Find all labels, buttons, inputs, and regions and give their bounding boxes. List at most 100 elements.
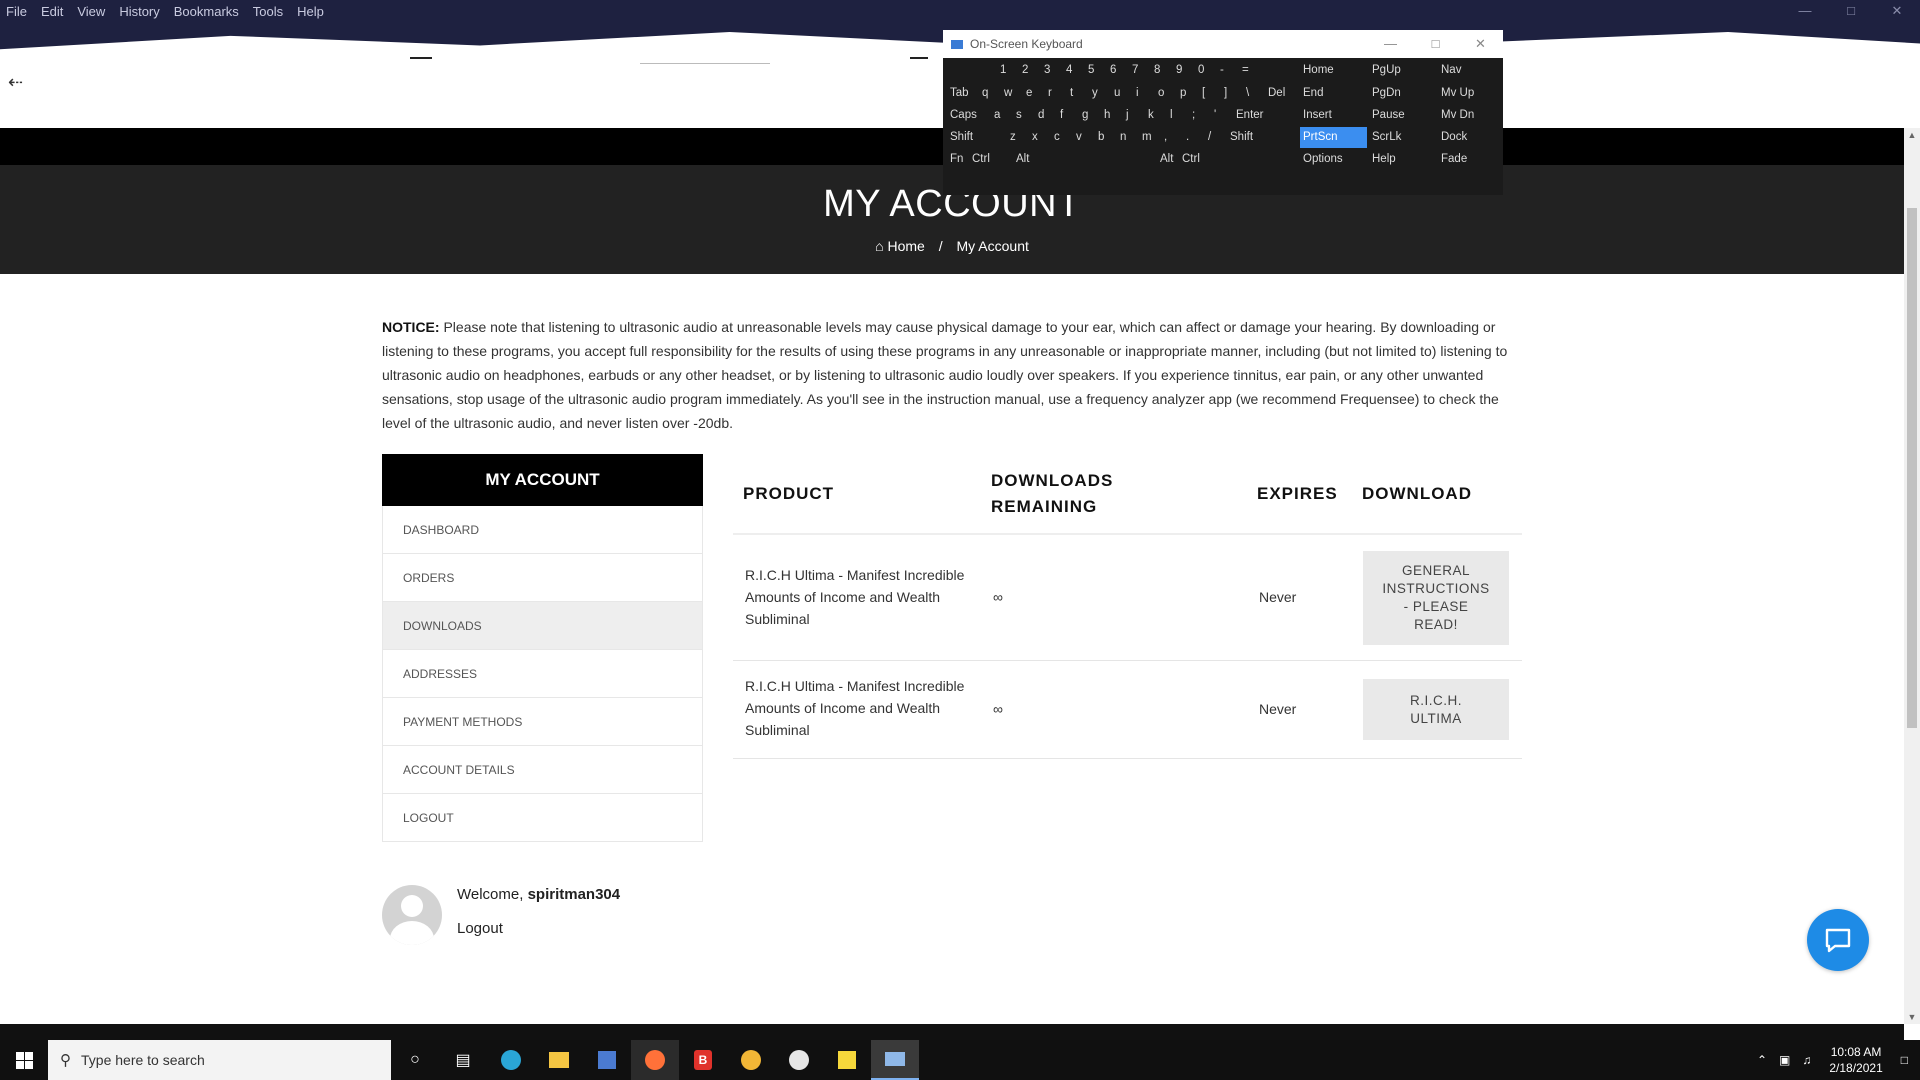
osk-key[interactable]: f: [1057, 105, 1079, 126]
osk-key[interactable]: ': [1211, 105, 1233, 126]
osk-key-fade[interactable]: Fade: [1438, 149, 1505, 170]
page-scrollbar[interactable]: ▲ ▼: [1904, 128, 1920, 1024]
osk-key[interactable]: [: [1199, 83, 1221, 104]
osk-key[interactable]: c: [1051, 127, 1073, 148]
osk-key[interactable]: i: [1133, 83, 1155, 104]
sticky-notes-icon[interactable]: [823, 1040, 871, 1080]
scroll-up-arrow-icon[interactable]: ▲: [1904, 130, 1920, 140]
menu-view[interactable]: View: [70, 4, 112, 19]
osk-key[interactable]: s: [1013, 105, 1035, 126]
menu-history[interactable]: History: [112, 4, 166, 19]
download-rich-ultima-button[interactable]: R.I.C.H. ULTIMA: [1363, 679, 1509, 740]
download-general-instructions-button[interactable]: GENERAL INSTRUCTIONS - PLEASE READ!: [1363, 551, 1509, 645]
nav-item-downloads[interactable]: DOWNLOADS: [382, 602, 703, 650]
osk-key-7[interactable]: 7: [1129, 60, 1149, 81]
osk-key-pgup[interactable]: PgUp: [1369, 60, 1436, 81]
start-button[interactable]: [0, 1040, 48, 1080]
osk-key[interactable]: /: [1205, 127, 1227, 148]
osk-key[interactable]: z: [1007, 127, 1029, 148]
osk-key[interactable]: w: [1001, 83, 1023, 104]
on-screen-keyboard-taskbar-icon[interactable]: [871, 1040, 919, 1080]
tray-expand-icon[interactable]: ⌃: [1751, 1053, 1773, 1067]
menu-bookmarks[interactable]: Bookmarks: [167, 4, 246, 19]
osk-key-end[interactable]: End: [1300, 83, 1367, 104]
osk-key[interactable]: b: [1095, 127, 1117, 148]
cortana-icon[interactable]: ○: [391, 1040, 439, 1080]
osk-key-=[interactable]: =: [1239, 60, 1259, 81]
nav-item-addresses[interactable]: ADDRESSES: [382, 650, 703, 698]
osk-key-scrlk[interactable]: ScrLk: [1369, 127, 1436, 148]
microsoft-store-icon[interactable]: [583, 1040, 631, 1080]
osk-key-9[interactable]: 9: [1173, 60, 1193, 81]
notifications-icon[interactable]: □: [1895, 1053, 1920, 1067]
osk-key[interactable]: Ctrl: [969, 149, 999, 170]
osk-key[interactable]: l: [1167, 105, 1189, 126]
osk-key[interactable]: Ctrl: [1179, 149, 1209, 170]
chat-button[interactable]: [1807, 909, 1869, 971]
osk-key[interactable]: n: [1117, 127, 1139, 148]
close-icon[interactable]: ✕: [1874, 0, 1920, 22]
scroll-down-arrow-icon[interactable]: ▼: [1904, 1012, 1920, 1022]
osk-key[interactable]: ,: [1161, 127, 1183, 148]
network-icon[interactable]: ▣: [1773, 1053, 1796, 1067]
task-view-icon[interactable]: ▤: [439, 1040, 487, 1080]
osk-key[interactable]: p: [1177, 83, 1199, 104]
osk-key[interactable]: ;: [1189, 105, 1211, 126]
osk-key-home[interactable]: Home: [1300, 60, 1367, 81]
osk-key[interactable]: q: [979, 83, 1001, 104]
scrollbar-thumb[interactable]: [1907, 208, 1917, 728]
osk-maximize-icon[interactable]: □: [1413, 30, 1458, 58]
osk-key[interactable]: h: [1101, 105, 1123, 126]
logout-link[interactable]: Logout: [457, 920, 503, 937]
osk-key[interactable]: ]: [1221, 83, 1243, 104]
osk-key[interactable]: d: [1035, 105, 1057, 126]
minimize-icon[interactable]: —: [1782, 0, 1828, 22]
osk-key[interactable]: \: [1243, 83, 1265, 104]
osk-key[interactable]: x: [1029, 127, 1051, 148]
nav-item-orders[interactable]: ORDERS: [382, 554, 703, 602]
osk-key[interactable]: Enter: [1233, 105, 1277, 126]
osk-minimize-icon[interactable]: —: [1368, 30, 1413, 58]
file-explorer-icon[interactable]: [535, 1040, 583, 1080]
osk-key[interactable]: j: [1123, 105, 1145, 126]
osk-key-help[interactable]: Help: [1369, 149, 1436, 170]
nav-item-payment-methods[interactable]: PAYMENT METHODS: [382, 698, 703, 746]
osk-key-options[interactable]: Options: [1300, 149, 1367, 170]
nav-item-logout[interactable]: LOGOUT: [382, 794, 703, 842]
chrome-icon[interactable]: [727, 1040, 775, 1080]
firefox-icon[interactable]: [631, 1040, 679, 1080]
back-arrow-icon[interactable]: ⇠: [8, 72, 23, 93]
menu-file[interactable]: File: [0, 4, 34, 19]
osk-key[interactable]: v: [1073, 127, 1095, 148]
osk-key-4[interactable]: 4: [1063, 60, 1083, 81]
osk-key[interactable]: Alt: [1013, 149, 1043, 170]
taskbar-search-box[interactable]: ⚲ Type here to search: [48, 1040, 391, 1080]
menu-help[interactable]: Help: [290, 4, 331, 19]
osk-key[interactable]: k: [1145, 105, 1167, 126]
menu-edit[interactable]: Edit: [34, 4, 70, 19]
edge-browser-icon[interactable]: [487, 1040, 535, 1080]
osk-key-pause[interactable]: Pause: [1369, 105, 1436, 126]
osk-key-2[interactable]: 2: [1019, 60, 1039, 81]
osk-key[interactable]: r: [1045, 83, 1067, 104]
osk-key[interactable]: Tab: [947, 83, 979, 104]
osk-key[interactable]: Shift: [1227, 127, 1271, 148]
osk-key-1[interactable]: 1: [997, 60, 1017, 81]
osk-key-prtscn[interactable]: PrtScn: [1300, 127, 1367, 148]
osk-key[interactable]: Caps: [947, 105, 991, 126]
osk-key[interactable]: t: [1067, 83, 1089, 104]
osk-key[interactable]: y: [1089, 83, 1111, 104]
volume-icon[interactable]: ♫: [1796, 1053, 1817, 1067]
osk-key-mv-dn[interactable]: Mv Dn: [1438, 105, 1505, 126]
osk-key-0[interactable]: 0: [1195, 60, 1215, 81]
osk-key[interactable]: Del: [1265, 83, 1295, 104]
osk-key[interactable]: e: [1023, 83, 1045, 104]
osk-key[interactable]: a: [991, 105, 1013, 126]
osk-key-dock[interactable]: Dock: [1438, 127, 1505, 148]
osk-key-5[interactable]: 5: [1085, 60, 1105, 81]
osk-key-6[interactable]: 6: [1107, 60, 1127, 81]
osk-key[interactable]: .: [1183, 127, 1205, 148]
osk-close-icon[interactable]: ✕: [1458, 30, 1503, 58]
osk-key[interactable]: m: [1139, 127, 1161, 148]
breadcrumb-home-link[interactable]: Home: [887, 238, 924, 254]
